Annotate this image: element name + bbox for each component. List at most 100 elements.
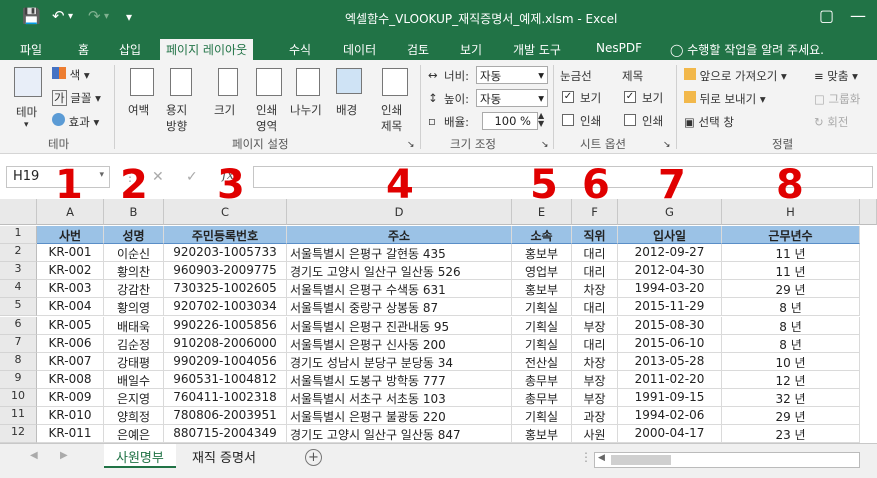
table-cell[interactable]: 차장 bbox=[572, 280, 618, 299]
row-header[interactable]: 2 bbox=[0, 244, 37, 263]
table-cell[interactable]: 서울특별시 은평구 갈현동 435 bbox=[287, 244, 512, 263]
tab-insert[interactable]: 삽입 bbox=[113, 39, 147, 60]
table-cell[interactable]: 부장 bbox=[572, 316, 618, 335]
table-cell[interactable]: 990209-1004056 bbox=[164, 352, 287, 371]
scroll-right-icon[interactable]: ▶ bbox=[60, 450, 68, 461]
scale-input[interactable]: 100 % bbox=[482, 112, 538, 130]
table-cell[interactable]: 23 년 bbox=[722, 425, 860, 444]
background-button[interactable]: 배경 bbox=[336, 102, 357, 118]
table-cell[interactable]: 서울특별시 은평구 신사동 200 bbox=[287, 334, 512, 353]
table-cell[interactable]: 2011-02-20 bbox=[618, 370, 722, 389]
sheet-tab-certificate[interactable]: 재직 증명서 bbox=[180, 444, 268, 468]
table-cell[interactable]: 서울특별시 은평구 불광동 220 bbox=[287, 407, 512, 426]
table-cell[interactable]: 홍보부 bbox=[512, 280, 572, 299]
table-cell[interactable]: KR-007 bbox=[37, 352, 104, 371]
width-select[interactable]: 자동 ▾ bbox=[476, 66, 548, 84]
orientation-button[interactable]: 용지 방향 bbox=[166, 102, 187, 134]
table-cell[interactable]: KR-004 bbox=[37, 298, 104, 317]
table-cell[interactable]: KR-003 bbox=[37, 280, 104, 299]
table-cell[interactable]: KR-001 bbox=[37, 244, 104, 263]
table-cell[interactable]: 황의찬 bbox=[104, 262, 164, 281]
table-cell[interactable]: 920702-1003034 bbox=[164, 298, 287, 317]
scroll-left-icon[interactable]: ◀ bbox=[598, 453, 605, 463]
table-cell[interactable]: 강감찬 bbox=[104, 280, 164, 299]
themes-button[interactable]: 테마 bbox=[16, 104, 37, 120]
scrollbar-thumb[interactable] bbox=[611, 455, 671, 465]
table-cell[interactable]: 총무부 bbox=[512, 388, 572, 407]
table-cell[interactable]: KR-009 bbox=[37, 388, 104, 407]
table-cell[interactable]: 1994-02-06 bbox=[618, 407, 722, 426]
column-header[interactable]: A bbox=[37, 199, 104, 225]
background-icon[interactable] bbox=[336, 68, 362, 94]
table-cell[interactable]: 기획실 bbox=[512, 334, 572, 353]
table-cell[interactable]: 서울특별시 은평구 진관내동 95 bbox=[287, 316, 512, 335]
customize-qat-icon[interactable]: ▾ bbox=[126, 10, 132, 24]
table-cell[interactable]: 2013-05-28 bbox=[618, 352, 722, 371]
undo-icon[interactable]: ↶ bbox=[52, 7, 65, 25]
table-cell[interactable]: 배태욱 bbox=[104, 316, 164, 335]
row-header[interactable]: 3 bbox=[0, 262, 37, 281]
tab-formulas[interactable]: 수식 bbox=[283, 39, 317, 60]
tab-file[interactable]: 파일 bbox=[14, 39, 48, 60]
table-cell[interactable]: 차장 bbox=[572, 352, 618, 371]
row-header[interactable]: 8 bbox=[0, 352, 37, 371]
breaks-button[interactable]: 나누기 bbox=[290, 102, 322, 118]
selection-pane-button[interactable]: ▣ 선택 창 bbox=[684, 114, 734, 130]
table-cell[interactable]: 홍보부 bbox=[512, 244, 572, 263]
table-header-cell[interactable]: 소속 bbox=[512, 226, 572, 245]
page-setup-launcher-icon[interactable]: ↘ bbox=[407, 140, 415, 150]
ribbon-display-icon[interactable]: ▢ bbox=[819, 6, 834, 25]
table-cell[interactable]: 2015-06-10 bbox=[618, 334, 722, 353]
table-cell[interactable]: 1991-09-15 bbox=[618, 388, 722, 407]
breaks-icon[interactable] bbox=[296, 68, 320, 96]
colors-button[interactable]: 색 ▾ bbox=[52, 67, 90, 83]
table-header-cell[interactable]: 주민등록번호 bbox=[164, 226, 287, 245]
table-cell[interactable]: 29 년 bbox=[722, 407, 860, 426]
table-cell[interactable]: 사원 bbox=[572, 425, 618, 444]
print-area-button[interactable]: 인쇄 영역 bbox=[256, 102, 277, 134]
tab-data[interactable]: 데이터 bbox=[337, 39, 382, 60]
margins-button[interactable]: 여백 bbox=[128, 102, 149, 118]
save-icon[interactable]: 💾 bbox=[22, 7, 41, 25]
table-cell[interactable]: 780806-2003951 bbox=[164, 407, 287, 426]
row-header[interactable]: 7 bbox=[0, 334, 37, 353]
table-cell[interactable]: 2015-08-30 bbox=[618, 316, 722, 335]
table-cell[interactable]: 8 년 bbox=[722, 334, 860, 353]
table-cell[interactable]: KR-006 bbox=[37, 334, 104, 353]
print-titles-button[interactable]: 인쇄 제목 bbox=[381, 102, 402, 134]
orientation-icon[interactable] bbox=[170, 68, 192, 96]
scale-launcher-icon[interactable]: ↘ bbox=[541, 140, 549, 150]
table-cell[interactable]: 기획실 bbox=[512, 407, 572, 426]
table-cell[interactable]: 과장 bbox=[572, 407, 618, 426]
table-cell[interactable]: 8 년 bbox=[722, 316, 860, 335]
table-cell[interactable]: 전산실 bbox=[512, 352, 572, 371]
table-cell[interactable]: 2015-11-29 bbox=[618, 298, 722, 317]
table-cell[interactable]: 11 년 bbox=[722, 244, 860, 263]
headings-view-checkbox[interactable]: ✓ bbox=[624, 91, 636, 103]
table-header-cell[interactable]: 입사일 bbox=[618, 226, 722, 245]
table-cell[interactable]: 760411-1002318 bbox=[164, 388, 287, 407]
table-cell[interactable]: KR-011 bbox=[37, 425, 104, 444]
table-cell[interactable]: 황의영 bbox=[104, 298, 164, 317]
table-cell[interactable]: 서울특별시 중랑구 상봉동 87 bbox=[287, 298, 512, 317]
row-header[interactable]: 12 bbox=[0, 425, 37, 444]
table-cell[interactable]: 대리 bbox=[572, 298, 618, 317]
themes-dropdown-icon[interactable]: ▾ bbox=[24, 120, 29, 130]
print-area-icon[interactable] bbox=[256, 68, 282, 96]
align-button[interactable]: ≡ 맞춤 ▾ bbox=[814, 68, 858, 84]
table-cell[interactable]: 11 년 bbox=[722, 262, 860, 281]
table-header-cell[interactable]: 성명 bbox=[104, 226, 164, 245]
table-cell[interactable]: 960531-1004812 bbox=[164, 370, 287, 389]
table-cell[interactable]: 대리 bbox=[572, 262, 618, 281]
table-cell[interactable]: 2012-04-30 bbox=[618, 262, 722, 281]
column-header[interactable]: H bbox=[722, 199, 860, 225]
table-header-cell[interactable]: 근무년수 bbox=[722, 226, 860, 245]
table-cell[interactable]: 대리 bbox=[572, 244, 618, 263]
table-cell[interactable]: KR-005 bbox=[37, 316, 104, 335]
row-header[interactable]: 5 bbox=[0, 298, 37, 317]
fonts-button[interactable]: 가 글꼴 ▾ bbox=[52, 90, 101, 106]
table-cell[interactable]: 10 년 bbox=[722, 352, 860, 371]
scroll-left-icon[interactable]: ◀ bbox=[30, 450, 38, 461]
table-cell[interactable]: 32 년 bbox=[722, 388, 860, 407]
sheet-tab-employees[interactable]: 사원명부 bbox=[104, 444, 176, 468]
